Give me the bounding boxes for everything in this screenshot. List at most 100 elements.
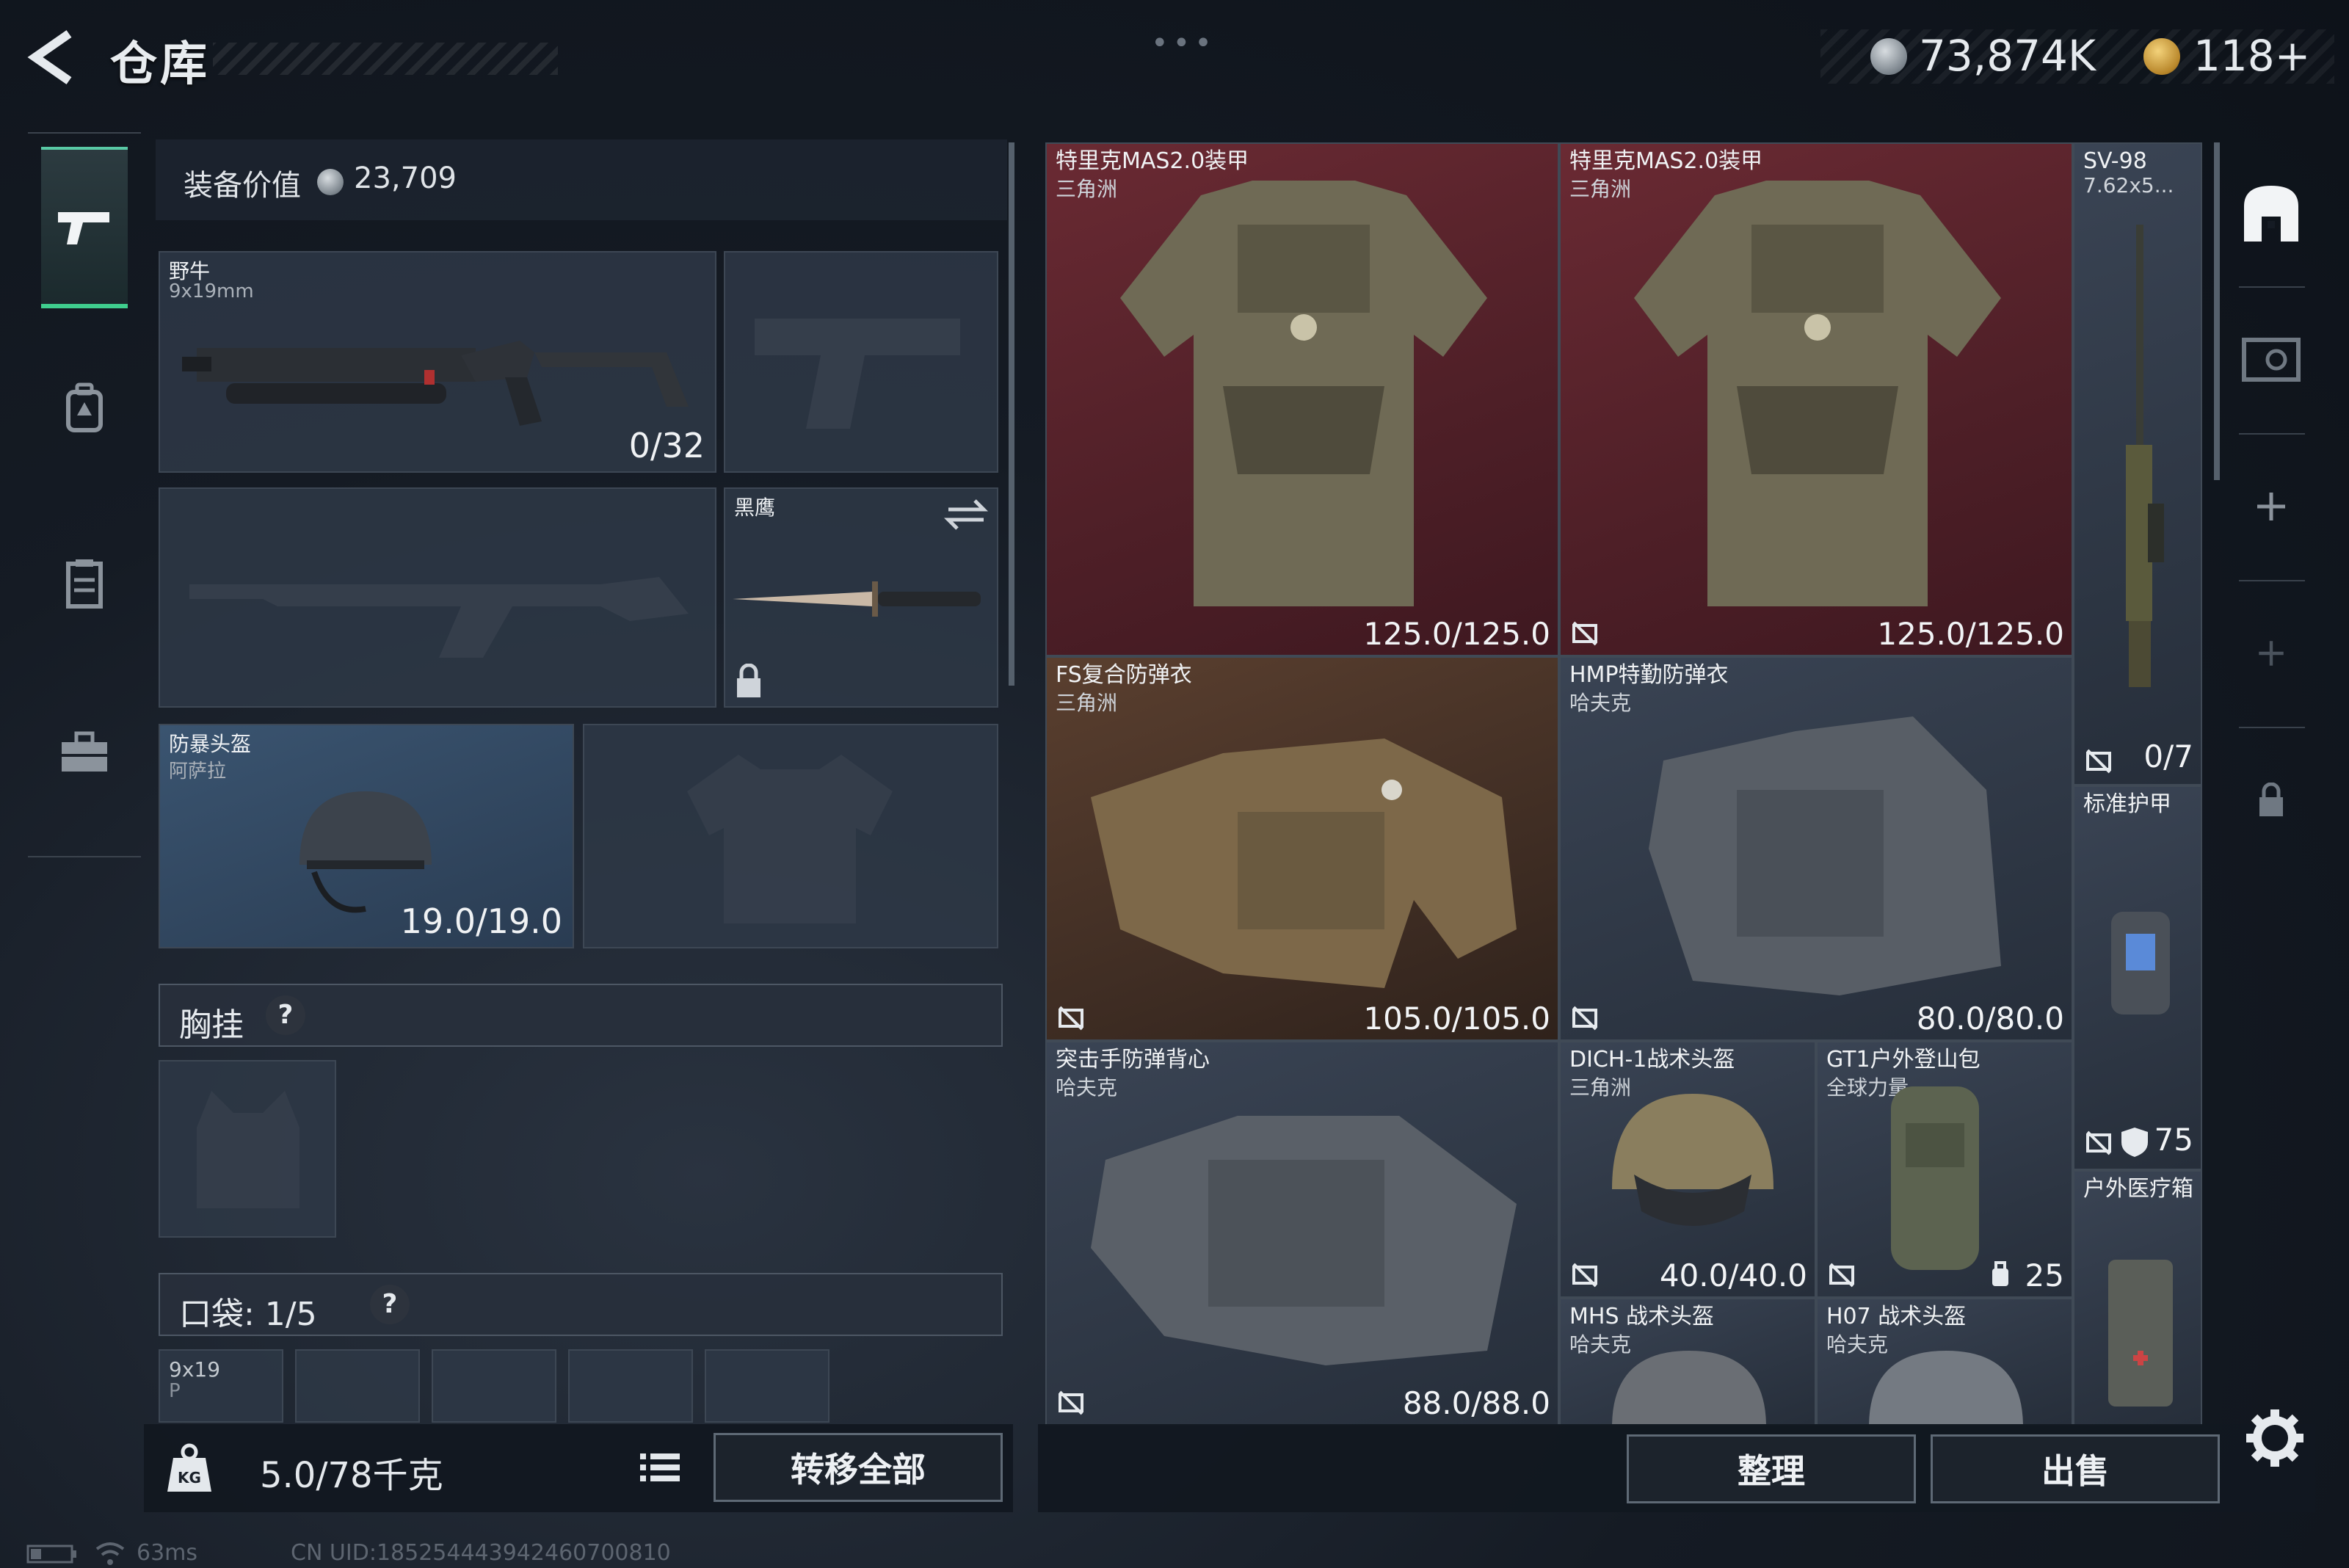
svg-text:KG: KG <box>178 1469 201 1487</box>
locked-storage-button[interactable] <box>2232 763 2311 837</box>
pocket-slot[interactable] <box>432 1349 556 1423</box>
storage-item-armor-plate[interactable]: 标准护甲 75 <box>2073 785 2202 1170</box>
rifle-silhouette-icon <box>189 577 689 658</box>
storage-home-button[interactable] <box>2232 176 2311 250</box>
pocket-slot[interactable] <box>295 1349 420 1423</box>
add-storage-button[interactable] <box>2232 617 2311 690</box>
storage-item-armor[interactable]: HMP特勤防弹衣 哈夫克 80.0/80.0 <box>1559 656 2073 1041</box>
safe-box-icon <box>2242 338 2301 382</box>
pocket-slot[interactable] <box>705 1349 829 1423</box>
armor-silhouette-icon <box>687 755 893 923</box>
melee-slot[interactable]: 黑鹰 <box>724 487 998 708</box>
equipment-value-label: 装备价值 <box>184 169 301 203</box>
storage-footer: 整理 出售 <box>1038 1424 2315 1512</box>
item-durability: 105.0/105.0 <box>1363 1001 1550 1037</box>
item-armor-level: 75 <box>2154 1122 2193 1158</box>
sort-button[interactable]: 整理 <box>1627 1434 1916 1503</box>
silver-amount[interactable]: 73,874K <box>1919 31 2096 81</box>
equipment-panel: 装备价值 23,709 野牛 9x19mm 0/32 黑鹰 防暴头盔 阿萨拉 1… <box>150 139 1012 1431</box>
storage-item-helmet[interactable]: MHS 战术头盔 哈夫克 <box>1559 1298 1816 1426</box>
silver-coin-icon <box>317 169 344 195</box>
item-name: 户外医疗箱 <box>2083 1176 2193 1202</box>
add-storage-button[interactable] <box>2232 470 2311 543</box>
helmet-origin: 阿萨拉 <box>169 761 227 783</box>
settings-button[interactable] <box>2242 1405 2308 1471</box>
primary-weapon-slot[interactable]: 野牛 9x19mm 0/32 <box>159 251 716 473</box>
list-view-button[interactable] <box>633 1442 687 1493</box>
tactical-helmet-icon <box>1612 1094 1773 1226</box>
vest-icon <box>1091 1116 1517 1365</box>
transfer-all-button[interactable]: 转移全部 <box>714 1433 1003 1502</box>
backpack-icon <box>66 382 103 432</box>
chest-rig-section: 胸挂 ? <box>159 984 1003 1047</box>
nav-weapons-tab[interactable] <box>41 147 128 308</box>
item-capacity: 25 <box>2025 1257 2064 1293</box>
tactical-vest-icon <box>1120 181 1487 606</box>
storage-grid: 特里克MAS2.0装甲 三角洲 125.0/125.0 特里克MAS2.0装甲 … <box>1045 142 2202 1426</box>
storage-item-armor[interactable]: 特里克MAS2.0装甲 三角洲 125.0/125.0 <box>1559 142 2073 656</box>
nav-divider <box>28 132 141 134</box>
top-bar: 仓库 ••• 73,874K 118+ <box>0 0 2349 125</box>
swap-icon[interactable] <box>944 496 988 533</box>
no-insurance-icon <box>1829 1263 1854 1288</box>
sell-button[interactable]: 出售 <box>1931 1434 2220 1503</box>
nav-backpack-tab[interactable] <box>41 367 128 448</box>
handle-dots[interactable]: ••• <box>1151 26 1216 60</box>
tactical-vest-icon <box>1649 716 2001 995</box>
helmet-slot[interactable]: 防暴头盔 阿萨拉 19.0/19.0 <box>159 724 574 948</box>
nav-briefcase-tab[interactable] <box>41 712 128 793</box>
briefcase-icon <box>62 731 107 772</box>
ping-text: 63ms <box>137 1540 198 1566</box>
storage-item-medkit[interactable]: 户外医疗箱 <box>2073 1170 2202 1426</box>
gold-coin-icon <box>2143 38 2180 75</box>
back-button[interactable] <box>25 28 84 87</box>
storage-item-backpack[interactable]: GT1户外登山包 全球力量 25 <box>1816 1041 2073 1298</box>
rail-divider <box>2239 580 2305 581</box>
weapon-ammo: 0/32 <box>628 426 705 465</box>
lock-icon <box>2259 783 2283 816</box>
carry-weight: 5.0/78千克 <box>260 1455 443 1496</box>
item-durability: 40.0/40.0 <box>1659 1257 1807 1293</box>
gear-icon <box>2246 1409 2303 1467</box>
item-durability: 80.0/80.0 <box>1916 1001 2064 1037</box>
back-arrow-icon <box>27 30 72 84</box>
storage-item-armor[interactable]: 突击手防弹背心 哈夫克 88.0/88.0 <box>1045 1041 1559 1426</box>
item-name: H07 战术头盔 <box>1826 1304 1967 1329</box>
secondary-weapon-slot[interactable] <box>159 487 716 708</box>
storage-rail <box>2232 139 2311 1431</box>
inventory-footer: KG 5.0/78千克 转移全部 <box>144 1424 1013 1512</box>
storage-item-helmet[interactable]: DICH-1战术头盔 三角洲 40.0/40.0 <box>1559 1041 1816 1298</box>
item-name: MHS 战术头盔 <box>1569 1304 1715 1329</box>
no-insurance-icon <box>1572 1263 1597 1288</box>
equipment-value-header: 装备价值 23,709 <box>156 139 1007 220</box>
safe-box-button[interactable] <box>2232 323 2311 396</box>
storage-item-armor[interactable]: FS复合防弹衣 三角洲 105.0/105.0 <box>1045 656 1559 1041</box>
armor-slot[interactable] <box>583 724 998 948</box>
item-ammo: 0/7 <box>2143 738 2193 774</box>
item-name: DICH-1战术头盔 <box>1569 1047 1735 1072</box>
uid-text: CN UID:185254443942460700810 <box>291 1540 671 1566</box>
item-name: 标准护甲 <box>2083 791 2171 817</box>
pocket-slot[interactable] <box>568 1349 693 1423</box>
pocket-slot[interactable]: 9x19 P <box>159 1349 283 1423</box>
storage-item-rifle[interactable]: SV-98 7.62x5... 0/7 <box>2073 142 2202 785</box>
equipment-scrollbar[interactable] <box>1009 142 1014 686</box>
help-icon[interactable]: ? <box>370 1285 410 1324</box>
storage-item-helmet[interactable]: H07 战术头盔 哈夫克 <box>1816 1298 2073 1426</box>
silver-coin-icon <box>1870 38 1907 75</box>
item-caliber: 7.62x5... <box>2083 173 2174 197</box>
nav-chest-rig-tab[interactable] <box>41 543 128 624</box>
pistol-slot[interactable] <box>724 251 998 473</box>
item-name: SV-98 <box>2083 148 2147 174</box>
help-icon[interactable]: ? <box>266 995 305 1035</box>
item-name: 突击手防弹背心 <box>1056 1047 1210 1072</box>
chest-rig-label: 胸挂 <box>179 1006 244 1044</box>
gold-amount[interactable]: 118+ <box>2193 31 2310 81</box>
storage-scrollbar[interactable] <box>2214 142 2220 480</box>
lock-icon <box>737 664 760 697</box>
chest-rig-icon <box>66 559 103 609</box>
storage-item-armor[interactable]: 特里克MAS2.0装甲 三角洲 125.0/125.0 <box>1045 142 1559 656</box>
item-durability: 125.0/125.0 <box>1877 616 2064 652</box>
chest-rig-slot[interactable] <box>159 1060 336 1238</box>
capacity-icon <box>1992 1261 2008 1286</box>
